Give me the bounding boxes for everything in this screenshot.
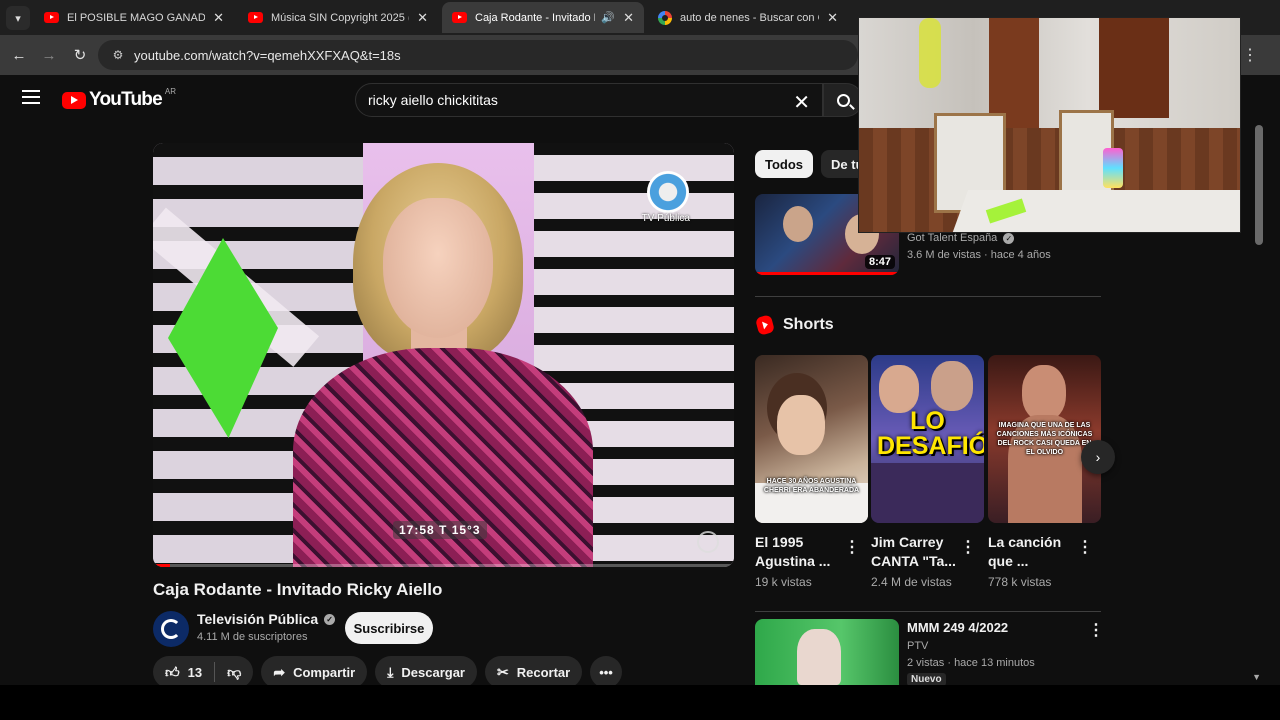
- short-views: 778 k vistas: [988, 575, 1052, 589]
- tab-mago-ganador[interactable]: El POSIBLE MAGO GANADOR de ✕: [34, 2, 234, 33]
- tab-musica-sin-copyright[interactable]: Música SIN Copyright 2025 (#2 ✕: [238, 2, 438, 33]
- shorts-header: Shorts: [754, 314, 834, 336]
- webcam-overlay: [858, 17, 1241, 233]
- verified-icon: ✓: [1003, 232, 1015, 244]
- tv-publica-logo: [647, 171, 689, 213]
- recommended-meta: 2 vistas · hace 13 minutos: [907, 657, 1035, 669]
- browser-menu-icon[interactable]: ⋮: [1242, 45, 1258, 65]
- new-badge: Nuevo: [907, 673, 946, 685]
- scroll-down-arrow-icon[interactable]: ▼: [1252, 672, 1261, 682]
- filter-chips: Todos De tu: [755, 150, 874, 178]
- share-icon: ➦: [273, 663, 286, 680]
- site-info-icon[interactable]: ⚙: [104, 48, 132, 62]
- video-player[interactable]: TV Pública 17:58 T 15°3: [153, 143, 734, 567]
- tab-auto-de-nenes[interactable]: auto de nenes - Buscar con Go ✕: [648, 2, 848, 33]
- forward-arrow-icon[interactable]: →: [38, 44, 60, 66]
- page-scrollbar[interactable]: [1255, 125, 1263, 245]
- like-dislike-group: 👍︎ 13 👎︎: [153, 656, 254, 685]
- short-thumbnail[interactable]: IMAGINA QUE UNA DE LAS CANCIONES MÁS ICÓ…: [988, 355, 1101, 523]
- divider: [755, 611, 1101, 612]
- chevron-right-icon: ›: [1095, 449, 1101, 465]
- back-arrow-icon[interactable]: ←: [8, 44, 30, 66]
- address-bar[interactable]: ⚙ youtube.com/watch?v=qemehXXFXAQ&t=18s: [98, 40, 858, 70]
- duration-badge: 8:47: [864, 255, 895, 269]
- more-actions-button[interactable]: •••: [590, 656, 622, 685]
- broadcast-time-overlay: 17:58 T 15°3: [393, 521, 487, 539]
- close-icon[interactable]: ✕: [827, 10, 838, 26]
- short-card[interactable]: HACE 30 AÑOS AGUSTINA CHERRI ERA ABANDER…: [755, 355, 868, 589]
- download-button[interactable]: ⤓ Descargar: [375, 656, 477, 685]
- tab-caja-rodante[interactable]: Caja Rodante - Invitado Rick 🔊 ✕: [442, 2, 644, 33]
- short-card[interactable]: LO DESAFIÓ Jim Carrey CANTA "Ta... 2.4 M…: [871, 355, 984, 589]
- scissors-icon: ✂: [497, 663, 509, 680]
- divider: [755, 296, 1101, 297]
- progress-fill: [153, 564, 171, 567]
- youtube-logo[interactable]: YouTube AR: [62, 86, 176, 111]
- youtube-icon: [452, 12, 467, 23]
- chip-todos[interactable]: Todos: [755, 150, 814, 178]
- short-views: 2.4 M de vistas: [871, 575, 952, 589]
- clear-search-icon[interactable]: ✕: [793, 90, 810, 115]
- short-title[interactable]: La canción que ...: [988, 533, 1073, 571]
- more-vertical-icon[interactable]: ⋮: [1088, 620, 1104, 640]
- speaker-icon[interactable]: 🔊: [601, 11, 615, 24]
- watermark-icon: [697, 531, 719, 553]
- dislike-button[interactable]: 👎︎: [215, 656, 253, 685]
- clip-button[interactable]: ✂ Recortar: [485, 656, 583, 685]
- recommended-meta: 3.6 M de vistas · hace 4 años: [907, 249, 1051, 261]
- recommended-title[interactable]: MMM 249 4/2022: [907, 620, 1008, 635]
- youtube-play-icon: [62, 91, 86, 109]
- subscribe-button[interactable]: Suscribirse: [345, 612, 433, 644]
- short-thumbnail[interactable]: HACE 30 AÑOS AGUSTINA CHERRI ERA ABANDER…: [755, 355, 868, 523]
- more-horizontal-icon: •••: [599, 664, 613, 680]
- tab-search-icon[interactable]: ▾: [6, 6, 30, 30]
- recommended-channel[interactable]: Got Talent España ✓: [907, 232, 1015, 244]
- bottom-black-bar: [0, 685, 1280, 720]
- search-icon: [836, 93, 850, 107]
- like-button[interactable]: 👍︎ 13: [153, 656, 214, 685]
- reload-icon[interactable]: ↻: [69, 44, 91, 66]
- country-code: AR: [164, 86, 176, 96]
- more-vertical-icon[interactable]: ⋮: [960, 537, 976, 557]
- shorts-icon: [754, 314, 776, 336]
- thumbs-up-icon: 👍︎: [165, 663, 180, 680]
- short-title[interactable]: Jim Carrey CANTA "Ta...: [871, 533, 956, 571]
- search-button[interactable]: [823, 83, 863, 117]
- close-icon[interactable]: ✕: [213, 10, 224, 26]
- close-icon[interactable]: ✕: [417, 10, 428, 26]
- download-icon: ⤓: [387, 663, 394, 680]
- youtube-icon: [44, 12, 59, 23]
- short-thumbnail[interactable]: LO DESAFIÓ: [871, 355, 984, 523]
- channel-avatar[interactable]: [153, 611, 189, 647]
- url-text: youtube.com/watch?v=qemehXXFXAQ&t=18s: [134, 47, 401, 63]
- video-actions: 👍︎ 13 👎︎ ➦ Compartir ⤓ Descargar ✂ Recor…: [153, 656, 622, 685]
- menu-icon[interactable]: [22, 90, 40, 104]
- youtube-icon: [248, 12, 263, 23]
- shorts-next-button[interactable]: ›: [1081, 440, 1115, 474]
- close-icon[interactable]: ✕: [623, 10, 634, 26]
- watched-progress: [755, 272, 899, 275]
- recommended-channel[interactable]: PTV: [907, 640, 928, 652]
- short-title[interactable]: El 1995 Agustina ...: [755, 533, 840, 571]
- search-input[interactable]: [368, 92, 768, 108]
- thumbs-down-icon: 👎︎: [227, 663, 242, 680]
- more-vertical-icon[interactable]: ⋮: [844, 537, 860, 557]
- search-box: ✕: [355, 83, 823, 117]
- google-icon: [658, 10, 672, 25]
- more-vertical-icon[interactable]: ⋮: [1077, 537, 1093, 557]
- subscriber-count: 4.11 M de suscriptores: [197, 631, 308, 643]
- recommended-thumbnail[interactable]: [755, 619, 899, 685]
- progress-bar[interactable]: [153, 564, 734, 567]
- channel-name[interactable]: Televisión Pública ✓: [197, 611, 336, 627]
- short-views: 19 k vistas: [755, 575, 812, 589]
- tv-publica-logo-text: TV Pública: [641, 213, 690, 224]
- short-card[interactable]: IMAGINA QUE UNA DE LAS CANCIONES MÁS ICÓ…: [988, 355, 1101, 589]
- share-button[interactable]: ➦ Compartir: [261, 656, 368, 685]
- verified-icon: ✓: [324, 613, 336, 625]
- screen: ▾ El POSIBLE MAGO GANADOR de ✕ Música SI…: [0, 0, 1280, 685]
- video-title: Caja Rodante - Invitado Ricky Aiello: [153, 580, 443, 599]
